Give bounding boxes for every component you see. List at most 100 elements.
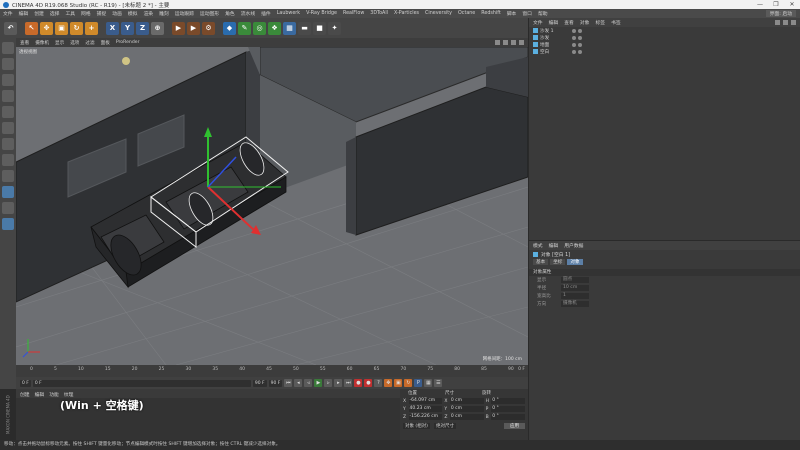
play-button[interactable]: ▶ bbox=[314, 379, 323, 387]
render-visibility-dot-icon[interactable] bbox=[578, 28, 582, 33]
timeline-ruler[interactable]: 0 5 10 15 20 25 30 35 40 45 50 55 60 65 70 75 80 85 90 0 F bbox=[16, 365, 528, 377]
viewport-menu-item[interactable]: 选项 bbox=[70, 40, 79, 46]
viewport-menu-item[interactable]: 显示 bbox=[55, 40, 64, 46]
menu-item[interactable]: 模拟 bbox=[128, 10, 138, 17]
menu-item[interactable]: X-Particles bbox=[394, 11, 419, 16]
object-row[interactable]: 沙发 bbox=[529, 34, 800, 41]
keyframe-selection-button[interactable]: ? bbox=[374, 379, 383, 387]
render-settings-icon[interactable]: ⚙ bbox=[202, 21, 215, 35]
menu-item[interactable]: 3DToAll bbox=[370, 11, 388, 16]
minimize-button[interactable]: — bbox=[752, 1, 768, 8]
frame-range-slider[interactable]: 0 F bbox=[32, 379, 251, 387]
menu-item[interactable]: Octane bbox=[458, 11, 475, 16]
visibility-dot-icon[interactable] bbox=[572, 35, 576, 40]
prev-key-button[interactable]: ◂ bbox=[294, 379, 303, 387]
menu-item[interactable]: 文件 bbox=[3, 10, 13, 17]
record-key-button[interactable]: ● bbox=[354, 379, 363, 387]
scene-environment-icon[interactable]: ▬ bbox=[298, 21, 311, 35]
points-mode-icon[interactable] bbox=[2, 106, 14, 118]
om-menu-item[interactable]: 书签 bbox=[611, 19, 621, 26]
position-field[interactable]: 40.23 cm bbox=[408, 406, 443, 412]
menu-item[interactable]: 帮助 bbox=[538, 10, 548, 17]
menu-item[interactable]: 编辑 bbox=[19, 10, 29, 17]
size-field[interactable]: 0 cm bbox=[449, 398, 484, 404]
visibility-dot-icon[interactable] bbox=[572, 42, 576, 47]
om-menu-item[interactable]: 编辑 bbox=[549, 19, 559, 26]
render-visibility-dot-icon[interactable] bbox=[578, 42, 582, 47]
om-menu-item[interactable]: 查看 bbox=[564, 19, 574, 26]
render-to-picture-viewer-icon[interactable]: ▶ bbox=[187, 21, 200, 35]
parameter-key-icon[interactable]: P bbox=[414, 379, 423, 387]
z-axis-lock-icon[interactable]: Z bbox=[136, 21, 149, 35]
perspective-viewport[interactable]: 透视视图 网格间距：100 cm bbox=[16, 47, 528, 365]
cube-primitive-icon[interactable]: ◆ bbox=[223, 21, 236, 35]
texture-mode-icon[interactable] bbox=[2, 74, 14, 86]
scale-tool-icon[interactable]: ▣ bbox=[55, 21, 68, 35]
make-editable-icon[interactable] bbox=[2, 42, 14, 54]
workplane-icon[interactable] bbox=[2, 90, 14, 102]
snap-icon[interactable] bbox=[2, 170, 14, 182]
rotate-tool-icon[interactable]: ↻ bbox=[70, 21, 83, 35]
menu-item[interactable]: 运动跟踪 bbox=[175, 10, 194, 17]
close-button[interactable]: ✕ bbox=[784, 1, 800, 8]
menu-item[interactable]: Laubwerk bbox=[277, 11, 300, 16]
om-menu-item[interactable]: 对象 bbox=[580, 19, 590, 26]
next-frame-button[interactable]: ▹ bbox=[324, 379, 333, 387]
end-frame-field[interactable]: 90 F bbox=[252, 379, 267, 387]
coordinate-mode-select[interactable]: 对象 (相对) bbox=[403, 423, 430, 429]
menu-item[interactable]: 创建 bbox=[34, 10, 44, 17]
attribute-tab[interactable]: 坐标 bbox=[550, 259, 566, 265]
am-menu-item[interactable]: 编辑 bbox=[549, 242, 559, 249]
am-menu-item[interactable]: 用户数据 bbox=[564, 242, 583, 249]
menu-item[interactable]: 渲染 bbox=[143, 10, 153, 17]
y-axis-lock-icon[interactable]: Y bbox=[121, 21, 134, 35]
position-key-icon[interactable]: ✥ bbox=[384, 379, 393, 387]
home-icon[interactable] bbox=[783, 20, 788, 25]
maximize-button[interactable]: ❐ bbox=[768, 1, 784, 8]
menu-item[interactable]: 网格 bbox=[81, 10, 91, 17]
menu-item[interactable]: 角色 bbox=[225, 10, 235, 17]
search-icon[interactable] bbox=[775, 20, 780, 25]
object-row[interactable]: 地面 bbox=[529, 41, 800, 48]
undo-button[interactable]: ↶ bbox=[4, 21, 17, 35]
menu-item[interactable]: 选择 bbox=[50, 10, 60, 17]
menu-item[interactable]: 雕刻 bbox=[159, 10, 169, 17]
visibility-dot-icon[interactable] bbox=[572, 28, 576, 33]
render-visibility-dot-icon[interactable] bbox=[578, 35, 582, 40]
rotation-field[interactable]: 0 ° bbox=[491, 398, 525, 404]
layout-selector[interactable]: 界面: 启动 bbox=[765, 10, 796, 17]
menu-item[interactable]: 插件 bbox=[261, 10, 271, 17]
menu-item[interactable]: RealFlow bbox=[343, 11, 364, 16]
viewport-menu-item[interactable]: ProRender bbox=[116, 40, 140, 45]
attribute-tab[interactable]: 基本 bbox=[533, 259, 549, 265]
zoom-icon[interactable] bbox=[503, 40, 508, 45]
render-visibility-dot-icon[interactable] bbox=[578, 49, 582, 54]
size-field[interactable]: 0 cm bbox=[449, 414, 484, 420]
scale-key-icon[interactable]: ▣ bbox=[394, 379, 403, 387]
position-field[interactable]: -156.226 cm bbox=[408, 414, 443, 420]
attribute-value-field[interactable]: 圆点 bbox=[561, 277, 589, 283]
x-axis-lock-icon[interactable]: X bbox=[106, 21, 119, 35]
menu-item[interactable]: Redshift bbox=[481, 11, 500, 16]
light-icon[interactable]: ✦ bbox=[328, 21, 341, 35]
rotation-field[interactable]: 0 ° bbox=[491, 414, 525, 420]
attribute-tab[interactable]: 对象 bbox=[567, 259, 583, 265]
rotation-field[interactable]: 0 ° bbox=[491, 406, 525, 412]
timeline-menu-icon[interactable]: ☰ bbox=[434, 379, 443, 387]
viewport-menu-item[interactable]: 过滤 bbox=[85, 40, 94, 46]
axis-mode-icon[interactable] bbox=[2, 154, 14, 166]
viewport-menu-item[interactable]: 摄像机 bbox=[35, 40, 49, 46]
go-to-end-button[interactable]: ⏭ bbox=[344, 379, 353, 387]
deformer-icon[interactable]: ▦ bbox=[283, 21, 296, 35]
material-menu-item[interactable]: 功能 bbox=[49, 391, 59, 398]
recent-tools-icon[interactable]: + bbox=[85, 21, 98, 35]
subdivision-surface-icon[interactable]: ◎ bbox=[253, 21, 266, 35]
autokey-button[interactable]: ● bbox=[364, 379, 373, 387]
menu-item[interactable]: 动画 bbox=[112, 10, 122, 17]
rotation-key-icon[interactable]: ↻ bbox=[404, 379, 413, 387]
camera-icon[interactable]: ■ bbox=[313, 21, 326, 35]
om-menu-item[interactable]: 标签 bbox=[595, 19, 605, 26]
preview-end-field[interactable]: 90 F bbox=[268, 379, 283, 387]
visibility-dot-icon[interactable] bbox=[572, 49, 576, 54]
material-menu-item[interactable]: 创建 bbox=[20, 391, 30, 398]
